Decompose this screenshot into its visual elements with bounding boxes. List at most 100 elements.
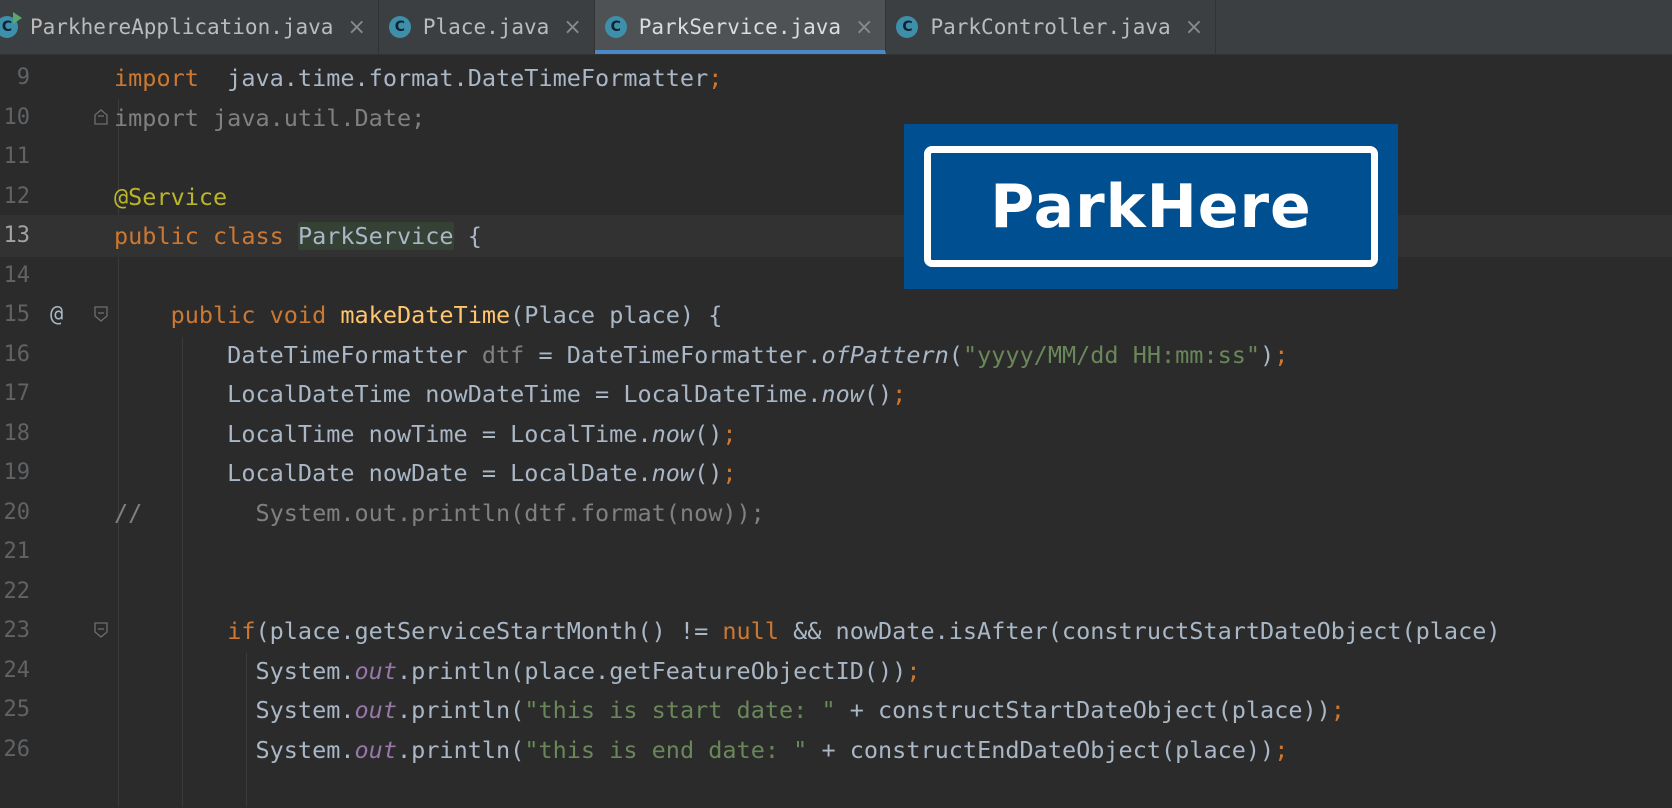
code-token: ): [1260, 340, 1275, 369]
code-token: ;: [1274, 340, 1289, 369]
code-text: import java.time.format.DateTimeFormatte…: [114, 57, 722, 99]
code-token: makeDateTime: [340, 301, 511, 329]
code-token: .println(: [396, 735, 525, 764]
code-token: (: [948, 340, 963, 369]
close-icon[interactable]: ×: [563, 15, 581, 40]
close-icon[interactable]: ×: [1185, 15, 1203, 40]
code-token: out: [354, 656, 397, 685]
code-token: ;: [1274, 735, 1289, 764]
code-token: ParkService: [297, 222, 454, 250]
code-token: && nowDate.isAfter(constructStartDateObj…: [778, 617, 1501, 645]
code-line[interactable]: 17 LocalDateTime nowDateTime = LocalDate…: [0, 373, 1672, 415]
line-number: 18: [3, 420, 31, 446]
code-token: ;: [722, 419, 737, 448]
code-line[interactable]: 14: [0, 255, 1672, 297]
code-token: // System.out.println(dtf.format(now));: [114, 498, 765, 527]
code-text: DateTimeFormatter dtf = DateTimeFormatte…: [114, 334, 1288, 376]
code-token: "yyyy/MM/dd HH:mm:ss": [962, 340, 1261, 369]
code-text: if(place.getServiceStartMonth() != null …: [114, 610, 1501, 652]
code-token: dtf: [481, 340, 525, 369]
code-token: = DateTimeFormatter.: [524, 340, 822, 369]
code-token: ;: [708, 64, 723, 92]
line-number: 11: [3, 144, 31, 169]
code-text: System.out.println("this is start date: …: [114, 689, 1345, 731]
line-number: 26: [3, 736, 31, 762]
code-token: + constructEndDateObject(place)): [807, 735, 1275, 764]
line-number: 9: [16, 65, 30, 90]
code-token: if: [227, 617, 256, 645]
line-number: 12: [3, 183, 31, 209]
fold-marker-icon[interactable]: [94, 306, 108, 322]
code-line[interactable]: 13 public class ParkService {: [0, 215, 1672, 257]
code-token: .println(place.getFeatureObjectID()): [396, 656, 907, 685]
code-token: System.: [114, 696, 355, 724]
code-line[interactable]: 18 LocalTime nowTime = LocalTime.now();: [0, 413, 1672, 455]
code-line[interactable]: 12 @Service: [0, 176, 1672, 218]
override-marker-icon[interactable]: @: [50, 294, 63, 336]
code-token: (): [694, 459, 723, 487]
code-token: (): [863, 380, 893, 408]
code-token: now: [821, 380, 864, 408]
code-line[interactable]: 16 DateTimeFormatter dtf = DateTimeForma…: [0, 334, 1672, 376]
code-token: ofPattern: [821, 340, 949, 369]
line-number: 19: [3, 460, 31, 485]
code-line[interactable]: 11: [0, 136, 1672, 178]
line-number: 15: [3, 302, 31, 327]
code-editor[interactable]: 9 import java.time.format.DateTimeFormatt…: [0, 55, 1672, 808]
editor-tab-bar: C ParkhereApplication.java × C Place.java × C P…: [0, 0, 1672, 55]
code-token: {: [453, 222, 482, 250]
line-number: 22: [3, 578, 31, 604]
code-text: LocalDateTime nowDateTime = LocalDateTim…: [114, 373, 906, 415]
code-line[interactable]: 23 if(place.getServiceStartMonth() != nu…: [0, 610, 1672, 652]
code-line[interactable]: 22: [0, 571, 1672, 613]
tab-place-java[interactable]: C Place.java ×: [379, 0, 595, 54]
code-token: (Place place) {: [510, 301, 723, 329]
code-token: (): [694, 419, 723, 448]
code-line[interactable]: 21: [0, 531, 1672, 573]
code-text: // System.out.println(dtf.format(now));: [114, 492, 765, 534]
code-token: now: [651, 459, 695, 487]
code-token: "this is start date: ": [524, 696, 836, 724]
code-token: "this is end date: ": [524, 735, 808, 764]
code-token: java.time.format.DateTimeFormatter: [198, 64, 709, 92]
code-token: ;: [1330, 696, 1345, 724]
code-line[interactable]: 24 System.out.println(place.getFeatureOb…: [0, 650, 1672, 692]
code-line[interactable]: 19 LocalDate nowDate = LocalDate.now();: [0, 452, 1672, 494]
class-run-icon: C: [0, 12, 22, 38]
tab-parkcontroller-java[interactable]: C ParkController.java ×: [886, 0, 1217, 54]
logo-text: ParkHere: [924, 146, 1378, 267]
code-text: public class ParkService {: [114, 215, 482, 257]
close-icon[interactable]: ×: [855, 15, 873, 40]
code-token: import: [114, 64, 199, 92]
code-line[interactable]: 25 System.out.println("this is start dat…: [0, 689, 1672, 731]
close-icon[interactable]: ×: [347, 15, 365, 40]
code-text: @Service: [114, 176, 227, 218]
line-number: 21: [3, 539, 31, 564]
fold-marker-icon[interactable]: [94, 108, 108, 125]
line-number: 17: [3, 381, 31, 406]
tab-parkhereapplication-java[interactable]: C ParkhereApplication.java ×: [0, 0, 379, 54]
tab-parkservice-java[interactable]: C ParkService.java ×: [594, 0, 887, 54]
line-number: 14: [3, 262, 31, 288]
line-number: 23: [3, 618, 31, 643]
class-icon: C: [604, 16, 627, 38]
tab-label: ParkService.java: [638, 15, 842, 39]
code-token: (place.getServiceStartMonth() !=: [255, 617, 723, 645]
code-token: public class: [114, 222, 298, 250]
code-line[interactable]: 20 // System.out.println(dtf.format(now))…: [0, 492, 1672, 534]
code-line[interactable]: 9 import java.time.format.DateTimeFormatt…: [0, 57, 1672, 99]
code-token: now: [651, 419, 695, 448]
parkhere-logo: ParkHere: [904, 124, 1398, 289]
code-line[interactable]: 15 @ public void makeDateTime(Place place…: [0, 294, 1672, 336]
class-icon: C: [388, 16, 411, 38]
fold-marker-icon[interactable]: [94, 622, 108, 638]
code-text: System.out.println(place.getFeatureObjec…: [114, 650, 920, 692]
code-line[interactable]: 26 System.out.println("this is end date:…: [0, 729, 1672, 771]
code-line[interactable]: 10 import java.util.Date;: [0, 97, 1672, 139]
code-token: out: [354, 696, 397, 724]
tab-label: ParkhereApplication.java: [30, 15, 334, 39]
line-number: 20: [3, 499, 31, 525]
code-token: LocalDateTime nowDateTime = LocalDateTim…: [114, 380, 822, 408]
code-token: public void: [170, 301, 341, 329]
